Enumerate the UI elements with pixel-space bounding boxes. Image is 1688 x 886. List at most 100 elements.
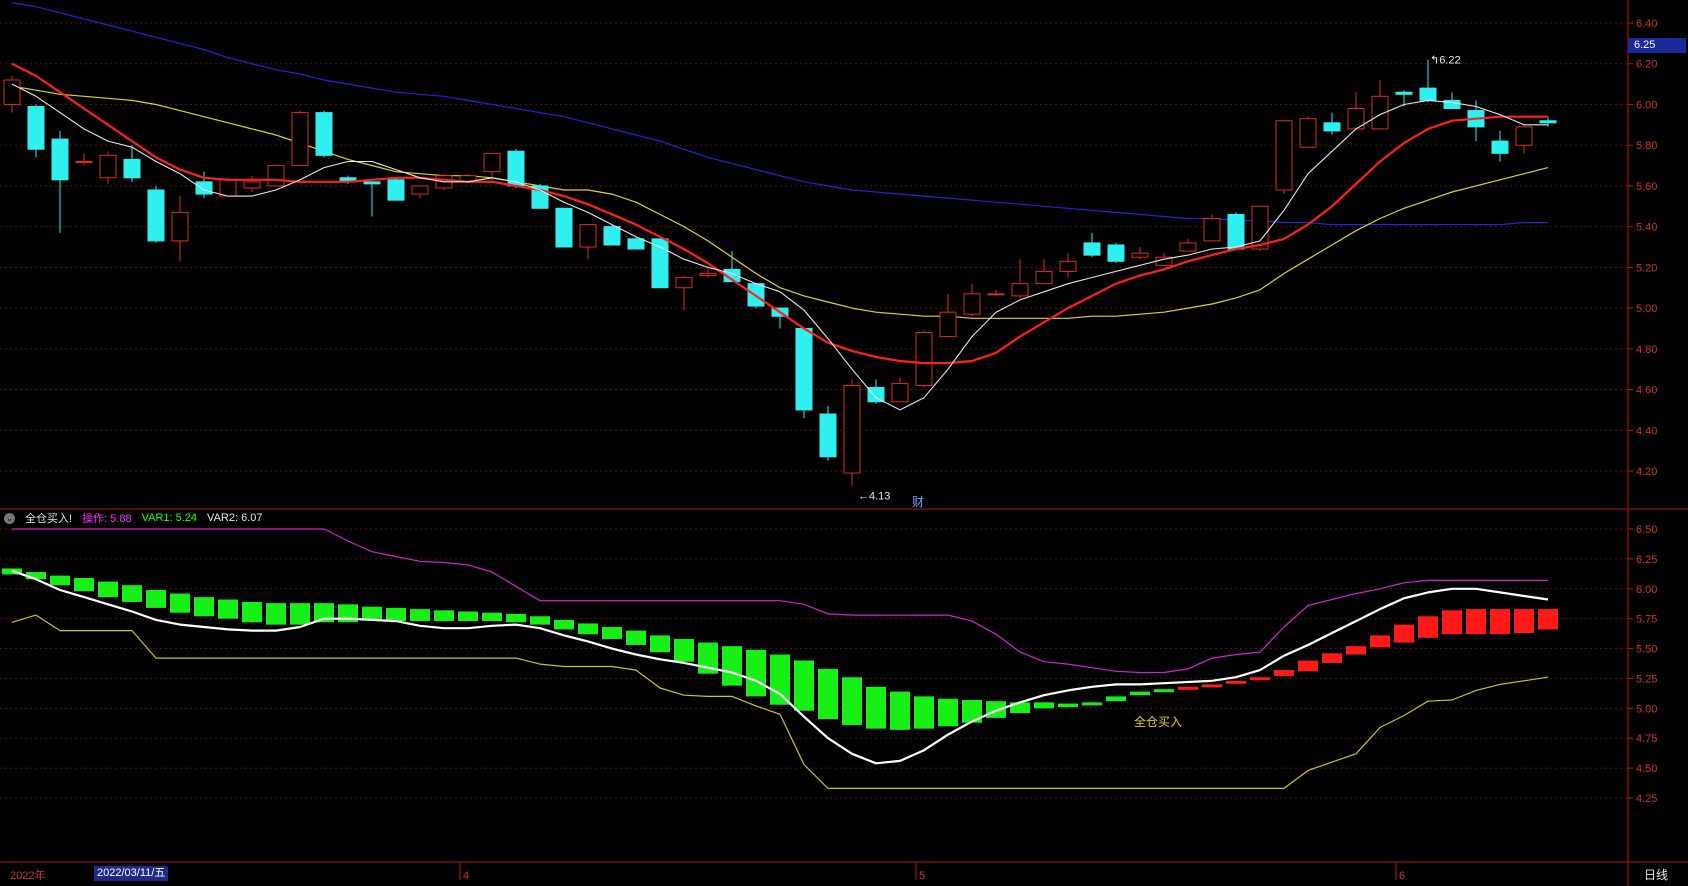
- candle: [1179, 238, 1197, 252]
- candle-body: [963, 293, 981, 315]
- candle: [267, 165, 285, 187]
- indicator-tick-label: 5.75: [1636, 614, 1657, 626]
- high-annotation: ↰6.22: [1430, 55, 1461, 67]
- candle-body: [675, 277, 693, 289]
- candle-body: [819, 413, 837, 458]
- candle-body: [1011, 283, 1029, 297]
- price-tick-label: 5.80: [1636, 140, 1657, 152]
- finance-badge[interactable]: 财: [912, 493, 924, 510]
- candle-body: [1515, 126, 1533, 146]
- price-tick-label: 5.40: [1636, 222, 1657, 234]
- candle: [147, 185, 165, 243]
- candle: [1035, 259, 1053, 285]
- candle-body: [1227, 213, 1245, 250]
- candle: [843, 379, 861, 486]
- indicator-bar: [506, 613, 526, 623]
- indicator-bar: [482, 612, 502, 622]
- indicator-bar: [458, 611, 478, 622]
- price-tick-label: 4.40: [1636, 425, 1657, 437]
- indicator-bar: [434, 610, 454, 622]
- price-tick-label: 5.00: [1636, 303, 1657, 315]
- low-annotation: ←4.13: [858, 490, 890, 502]
- candle: [1203, 214, 1221, 242]
- indicator-bar: [746, 649, 766, 697]
- candle-body: [315, 112, 333, 156]
- candle-body: [1275, 120, 1293, 191]
- candle: [315, 110, 333, 158]
- indicator-tick-label: 5.00: [1636, 703, 1657, 715]
- period-label[interactable]: 日线: [1644, 866, 1668, 883]
- candle-body: [147, 189, 165, 242]
- indicator-bar: [74, 578, 94, 592]
- month-label: 6: [1399, 870, 1405, 882]
- current-price-label: 6.25: [1628, 38, 1686, 53]
- candle: [291, 110, 309, 167]
- indicator-bar: [578, 623, 598, 635]
- candle-body: [75, 160, 93, 163]
- indicator-bar: [842, 677, 862, 726]
- indicator-tick-label: 5.25: [1636, 673, 1657, 685]
- indicator-tick-label: 5.50: [1636, 644, 1657, 656]
- indicator-bar: [674, 638, 694, 662]
- candle: [987, 289, 1005, 296]
- indicator-tick-label: 6.50: [1636, 524, 1657, 536]
- indicator-bar: [1514, 609, 1534, 634]
- indicator-bar: [602, 627, 622, 639]
- candle: [1011, 259, 1029, 298]
- collapse-icon[interactable]: ⌄: [4, 512, 15, 524]
- candle: [795, 327, 813, 419]
- indicator-tick-label: 4.75: [1636, 733, 1657, 745]
- candle: [651, 238, 669, 289]
- candle-body: [627, 238, 645, 250]
- indicator-bar: [530, 616, 550, 625]
- candle-body: [867, 387, 885, 403]
- op-value: 操作: 5.88: [82, 513, 132, 525]
- candle-body: [51, 138, 69, 181]
- ma-blue-line: [11, 2, 1548, 226]
- candle-body: [1539, 120, 1557, 124]
- indicator-bar: [1418, 616, 1438, 638]
- indicator-name[interactable]: 全仓买入!: [25, 510, 72, 526]
- candle-body: [843, 384, 861, 474]
- indicator-bar: [1298, 660, 1318, 672]
- candle: [1371, 80, 1389, 130]
- candle: [1275, 120, 1293, 195]
- candle: [819, 405, 837, 461]
- price-tick-label: 6.20: [1636, 59, 1657, 71]
- indicator-bar: [914, 696, 934, 729]
- indicator-bar: [1082, 702, 1102, 706]
- chart-stage: ←4.13 ↰6.22 全仓买入 6.40 6.20 6.00 5.80 5.60 5.40…: [0, 0, 1688, 886]
- indicator-bar: [890, 691, 910, 730]
- candle: [1107, 242, 1125, 264]
- candle: [363, 181, 381, 217]
- candle-body: [579, 224, 597, 248]
- candle-body: [483, 152, 501, 173]
- candle-body: [1395, 91, 1413, 95]
- indicator-bar: [194, 597, 214, 617]
- indicator-bar: [1538, 609, 1558, 630]
- indicator-bar: [818, 668, 838, 720]
- indicator-panel[interactable]: 全仓买入: [2, 528, 1558, 790]
- upper-band-line: [12, 528, 1548, 674]
- candle: [171, 196, 189, 262]
- axis-layer: 6.40 6.20 6.00 5.80 5.60 5.40 5.20 5.00 4.80 4.60…: [459, 18, 1657, 882]
- candle-body: [987, 293, 1005, 296]
- var2-value: VAR2: 6.07: [207, 512, 263, 524]
- indicator-bar: [794, 660, 814, 711]
- candle-body: [555, 207, 573, 248]
- candle: [3, 75, 21, 113]
- candle-body: [1299, 118, 1317, 148]
- indicator-bar: [866, 686, 886, 729]
- candle: [1491, 130, 1509, 162]
- indicator-bar: [1202, 684, 1222, 688]
- candle-body: [1107, 244, 1125, 262]
- indicator-bar: [170, 593, 190, 613]
- var1-value: VAR1: 5.24: [141, 512, 198, 524]
- candle-body: [171, 211, 189, 242]
- price-panel[interactable]: ←4.13 ↰6.22: [3, 2, 1557, 503]
- candle: [243, 175, 261, 193]
- candle-body: [1419, 87, 1437, 101]
- candle-body: [1323, 122, 1341, 132]
- candle-body: [1035, 270, 1053, 285]
- indicator-bar: [1106, 696, 1126, 702]
